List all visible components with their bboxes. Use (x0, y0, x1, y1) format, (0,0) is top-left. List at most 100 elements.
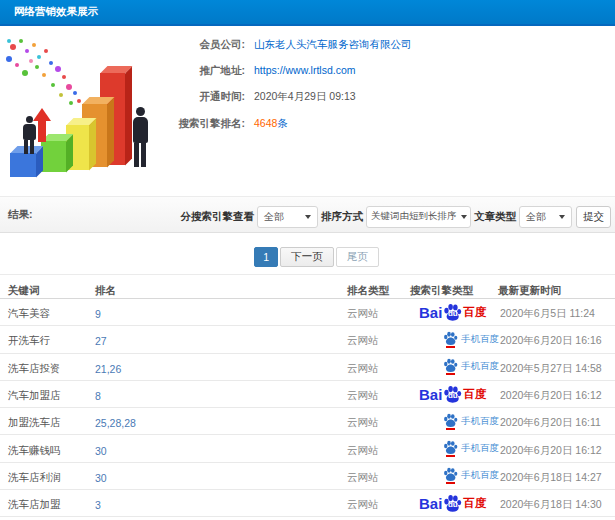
engine-cell: 手机百度 (410, 413, 498, 430)
mobile-baidu-logo: 手机百度 (443, 331, 499, 348)
rank-cell[interactable]: 30 (87, 472, 339, 484)
keyword-cell: 汽车美容 (0, 307, 87, 321)
caret-down-icon (305, 215, 311, 219)
bar-green (41, 141, 66, 172)
column-header: 最新更新时间 (498, 284, 615, 298)
engine-filter-value: 全部 (264, 210, 284, 224)
baidu-logo-text-cn: 百度 (463, 496, 486, 511)
keyword-cell: 汽车加盟店 (0, 389, 87, 403)
mobile-baidu-logo: 手机百度 (443, 440, 499, 457)
open-time-value: 2020年4月29日 09:13 (254, 90, 356, 102)
rank-cell[interactable]: 9 (87, 308, 339, 320)
baidu-logo-text-bai: Bai (419, 386, 442, 403)
next-page-button[interactable]: 下一页 (280, 247, 334, 267)
member-company-label: 会员公司: (0, 37, 245, 51)
rank-type-cell: 云网站 (339, 334, 410, 348)
column-header: 关键词 (0, 284, 87, 298)
mobile-baidu-label: 手机百度 (461, 469, 499, 482)
page-title: 网络营销效果展示 (0, 5, 98, 19)
baidu-logo-text-cn: 百度 (463, 387, 486, 402)
engine-rank-suffix: 条 (277, 117, 288, 129)
pagination: 1 下一页 尾页 (9, 247, 615, 267)
caret-down-icon (461, 215, 467, 219)
mobile-baidu-logo: 手机百度 (443, 413, 499, 430)
table-row: 开洗车行27云网站 手机百度2020年6月20日 16:16 (0, 326, 615, 353)
growth-chart-illustration (0, 32, 170, 196)
engine-cell: Baidu百度 (410, 385, 498, 404)
keyword-cell: 洗车赚钱吗 (0, 444, 87, 458)
rank-cell[interactable]: 8 (87, 390, 339, 402)
rank-type-cell: 云网站 (339, 444, 410, 458)
mobile-baidu-paw-icon (443, 413, 458, 430)
keyword-cell: 洗车店利润 (0, 471, 87, 485)
promo-url-row: 推广地址:https://www.lrtlsd.com (0, 63, 615, 77)
page-1-button[interactable]: 1 (254, 247, 278, 267)
baidu-logo-text-du: du (443, 309, 462, 318)
updated-cell: 2020年5月27日 14:58 (498, 362, 615, 376)
engine-cell: 手机百度 (410, 440, 498, 457)
article-type-label: 文章类型 (474, 210, 516, 224)
confetti-dots (0, 32, 2, 34)
updated-cell: 2020年6月20日 16:11 (498, 416, 615, 430)
rank-cell[interactable]: 30 (87, 445, 339, 457)
baidu-paw-icon: du (443, 385, 462, 404)
member-company-value[interactable]: 山东老人头汽车服务咨询有限公司 (254, 38, 412, 50)
mobile-baidu-paw-icon (443, 440, 458, 457)
engine-cell: Baidu百度 (410, 303, 498, 322)
baidu-logo-text-bai: Bai (419, 304, 442, 321)
engine-filter-label: 分搜索引擎查看 (181, 210, 255, 224)
rank-type-cell: 云网站 (339, 389, 410, 403)
sort-filter-select[interactable]: 关键词由短到长排序 (366, 206, 471, 228)
engine-cell: 手机百度 (410, 358, 498, 375)
bar-blue (10, 153, 36, 177)
baidu-logo-text-du: du (443, 391, 462, 400)
mobile-baidu-logo: 手机百度 (443, 467, 499, 484)
updated-cell: 2020年6月18日 14:30 (498, 498, 615, 512)
rank-cell[interactable]: 27 (87, 335, 339, 347)
submit-button[interactable]: 提交 (576, 206, 611, 228)
promo-url-value[interactable]: https://www.lrtlsd.com (254, 64, 356, 76)
table-row: 汽车加盟店8云网站Baidu百度2020年6月20日 16:12 (0, 381, 615, 408)
rank-type-cell: 云网站 (339, 416, 410, 430)
updated-cell: 2020年6月5日 11:24 (498, 307, 615, 321)
member-company-row: 会员公司: 山东老人头汽车服务咨询有限公司 (0, 37, 615, 51)
rank-cell[interactable]: 25,28,28 (87, 417, 339, 429)
engine-rank-value: 4648 (254, 117, 277, 129)
mobile-baidu-paw-icon (443, 467, 458, 484)
keyword-cell: 加盟洗车店 (0, 416, 87, 430)
baidu-paw-icon: du (443, 303, 462, 322)
result-label: 结果: (8, 208, 33, 222)
rank-cell[interactable]: 21,26 (87, 363, 339, 375)
updated-cell: 2020年6月20日 16:12 (498, 444, 615, 458)
keyword-cell: 洗车店投资 (0, 362, 87, 376)
rank-type-cell: 云网站 (339, 307, 410, 321)
table-row: 洗车店利润30云网站手机百度2020年6月18日 14:27 (0, 463, 615, 490)
caret-down-icon (559, 215, 565, 219)
baidu-logo: Baidu百度 (419, 303, 486, 322)
table-header-row: 关键词排名排名类型搜索引擎类型最新更新时间 (0, 275, 615, 299)
table-row: 加盟洗车店25,28,28云网站 手机百度2020年6月20日 16:11 (0, 408, 615, 435)
last-page-button[interactable]: 尾页 (336, 247, 379, 267)
table-row: 汽车美容9云网站 Baidu百度 2020年6月5日 11:24 (0, 299, 615, 326)
article-type-value: 全部 (526, 210, 546, 224)
keyword-cell: 开洗车行 (0, 334, 87, 348)
baidu-paw-icon: du (443, 494, 462, 513)
updated-cell: 2020年6月20日 16:16 (498, 334, 615, 348)
baidu-logo-text-du: du (443, 500, 462, 509)
engine-cell: Baidu百度 (410, 494, 498, 513)
article-type-select[interactable]: 全部 (519, 206, 572, 228)
engine-filter-select[interactable]: 全部 (257, 206, 318, 228)
mobile-baidu-paw-icon (443, 358, 458, 375)
results-table: 关键词排名排名类型搜索引擎类型最新更新时间 汽车美容9云网站Baidu百度202… (0, 274, 615, 517)
mobile-baidu-logo: 手机百度 (443, 358, 499, 375)
updated-cell: 2020年6月18日 14:27 (498, 471, 615, 485)
rank-cell[interactable]: 3 (87, 499, 339, 511)
engine-cell: 手机百度 (410, 331, 498, 348)
rank-type-cell: 云网站 (339, 362, 410, 376)
mobile-baidu-label: 手机百度 (461, 333, 499, 346)
baidu-logo: Baidu百度 (419, 494, 486, 513)
table-row: 洗车店投资21,26云网站 手机百度2020年5月27日 14:58 (0, 354, 615, 381)
businessman-figure-left (21, 116, 37, 154)
sort-filter-label: 排序方式 (321, 210, 363, 224)
mobile-baidu-label: 手机百度 (461, 360, 499, 373)
